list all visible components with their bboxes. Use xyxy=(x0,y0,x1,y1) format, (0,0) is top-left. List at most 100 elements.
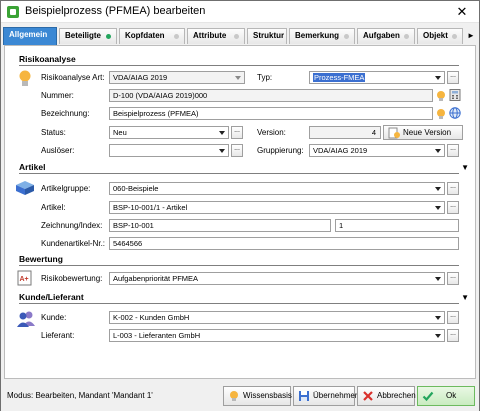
chevron-down-icon xyxy=(435,316,441,320)
risikobewertung-more-button[interactable]: ... xyxy=(447,272,459,285)
nummer-field[interactable]: D-100 (VDA/AIAG 2019)000 xyxy=(109,89,433,102)
tab-allgemein[interactable]: Allgemein xyxy=(3,27,57,45)
tab-label: Allgemein xyxy=(9,30,48,39)
risikoanalyse-art-select[interactable]: VDA/AIAG 2019 xyxy=(109,71,245,84)
section-divider xyxy=(19,265,459,266)
button-label: Wissensbasis xyxy=(243,391,292,400)
tab-label: Kopfdaten xyxy=(125,31,165,40)
edit-dialog-window: Beispielprozess (PFMEA) bearbeiten ✕ All… xyxy=(0,0,480,411)
chevron-down-icon xyxy=(219,149,225,153)
select-value: Prozess-FMEA xyxy=(313,73,366,82)
calculator-icon[interactable] xyxy=(449,89,461,101)
status-dot-icon xyxy=(404,34,409,39)
section-artikel: Artikel ▼ xyxy=(19,162,469,174)
artikelgruppe-label: Artikelgruppe: xyxy=(41,184,91,193)
lightbulb-icon xyxy=(437,91,445,101)
bezeichnung-label: Bezeichnung: xyxy=(41,109,90,118)
status-dot-icon xyxy=(234,34,239,39)
ausloeser-select[interactable] xyxy=(109,144,229,157)
status-bar: Modus: Bearbeiten, Mandant 'Mandant 1' W… xyxy=(1,380,479,411)
tab-aufgaben[interactable]: Aufgaben xyxy=(357,28,415,44)
tab-kopfdaten[interactable]: Kopfdaten xyxy=(119,28,185,44)
status-dot-icon xyxy=(174,34,179,39)
users-icon xyxy=(17,311,35,327)
kundenartikel-field[interactable]: 5464566 xyxy=(109,237,459,250)
globe-icon[interactable] xyxy=(449,107,461,119)
tab-label: Struktur xyxy=(253,31,285,40)
section-bewertung: Bewertung xyxy=(19,254,469,266)
app-icon xyxy=(7,6,19,18)
risikobewertung-label: Risikobewertung: xyxy=(41,274,103,283)
artikelgruppe-select[interactable]: 060-Beispiele xyxy=(109,182,445,195)
svg-text:A+: A+ xyxy=(20,276,29,283)
chevron-down-icon xyxy=(435,187,441,191)
button-label: Abbrechen xyxy=(377,391,416,400)
lieferant-label: Lieferant: xyxy=(41,331,75,340)
section-title: Bewertung xyxy=(19,254,63,264)
uebernehmen-button[interactable]: Übernehmen xyxy=(293,386,359,406)
risikobewertung-select[interactable]: Aufgabenpriorität PFMEA xyxy=(109,272,445,285)
title-bar: Beispielprozess (PFMEA) bearbeiten ✕ xyxy=(1,1,479,23)
ausloeser-more-button[interactable]: ... xyxy=(231,144,243,157)
gruppierung-select[interactable]: VDA/AIAG 2019 xyxy=(309,144,445,157)
collapse-arrow-icon[interactable]: ▼ xyxy=(461,293,469,302)
collapse-arrow-icon[interactable]: ▼ xyxy=(461,163,469,172)
button-label: Übernehmen xyxy=(313,391,360,400)
kunde-select[interactable]: K-002 - Kunden GmbH xyxy=(109,311,445,324)
tab-scroll-right-icon[interactable]: ► xyxy=(465,28,477,44)
select-value: BSP-10-001/1 - Artikel xyxy=(113,203,188,212)
zeichnung-field[interactable]: BSP-10-001 xyxy=(109,219,331,232)
version-field: 4 xyxy=(309,126,381,139)
tab-label: Objekt xyxy=(423,31,448,40)
tab-label: Attribute xyxy=(193,31,227,40)
tab-bemerkung[interactable]: Bemerkung xyxy=(289,28,355,44)
section-title: Kunde/Lieferant xyxy=(19,292,84,302)
tab-label: Aufgaben xyxy=(363,31,400,40)
status-dot-icon xyxy=(344,34,349,39)
tab-label: Bemerkung xyxy=(295,31,340,40)
artikelgruppe-more-button[interactable]: ... xyxy=(447,182,459,195)
artikel-select[interactable]: BSP-10-001/1 - Artikel xyxy=(109,201,445,214)
ok-button[interactable]: Ok xyxy=(417,386,475,406)
kunde-more-button[interactable]: ... xyxy=(447,311,459,324)
save-icon xyxy=(299,391,309,401)
gruppierung-label: Gruppierung: xyxy=(257,146,304,155)
box-icon xyxy=(16,181,34,195)
chevron-down-icon xyxy=(435,334,441,338)
abbrechen-button[interactable]: Abbrechen xyxy=(357,386,416,406)
tab-objekt[interactable]: Objekt xyxy=(417,28,463,44)
lieferant-more-button[interactable]: ... xyxy=(447,329,459,342)
tab-bar: Allgemein Beteiligte Kopfdaten Attribute… xyxy=(3,27,477,45)
select-value: K-002 - Kunden GmbH xyxy=(113,313,190,322)
button-label: Neue Version xyxy=(403,128,452,137)
select-value: VDA/AIAG 2019 xyxy=(313,146,368,155)
status-dot-icon xyxy=(106,34,111,39)
status-select[interactable]: Neu xyxy=(109,126,229,139)
status-label: Status: xyxy=(41,128,66,137)
new-version-icon xyxy=(388,127,400,139)
typ-more-button[interactable]: ... xyxy=(447,71,459,84)
kunde-label: Kunde: xyxy=(41,313,67,322)
gruppierung-more-button[interactable]: ... xyxy=(447,144,459,157)
lieferant-select[interactable]: L-003 - Lieferanten GmbH xyxy=(109,329,445,342)
status-more-button[interactable]: ... xyxy=(231,126,243,139)
chevron-down-icon xyxy=(435,76,441,80)
index-field[interactable]: 1 xyxy=(335,219,459,232)
close-icon[interactable]: ✕ xyxy=(445,1,479,23)
ausloeser-label: Auslöser: xyxy=(41,146,75,155)
section-title: Risikoanalyse xyxy=(19,54,76,64)
typ-select[interactable]: Prozess-FMEA xyxy=(309,71,445,84)
select-value: Aufgabenpriorität PFMEA xyxy=(113,274,199,283)
tab-beteiligte[interactable]: Beteiligte xyxy=(59,28,117,44)
typ-label: Typ: xyxy=(257,73,273,82)
rating-document-icon: A+ xyxy=(17,270,32,286)
neue-version-button[interactable]: Neue Version xyxy=(383,125,463,140)
section-kunde-lieferant: Kunde/Lieferant ▼ xyxy=(19,292,469,304)
tab-label: Beteiligte xyxy=(65,31,102,40)
bezeichnung-field[interactable]: Beispielprozess (PFMEA) xyxy=(109,107,433,120)
tab-struktur[interactable]: Struktur xyxy=(247,28,287,44)
nummer-label: Nummer: xyxy=(41,91,74,100)
artikel-more-button[interactable]: ... xyxy=(447,201,459,214)
tab-attribute[interactable]: Attribute xyxy=(187,28,245,44)
wissensbasis-button[interactable]: Wissensbasis xyxy=(223,386,292,406)
